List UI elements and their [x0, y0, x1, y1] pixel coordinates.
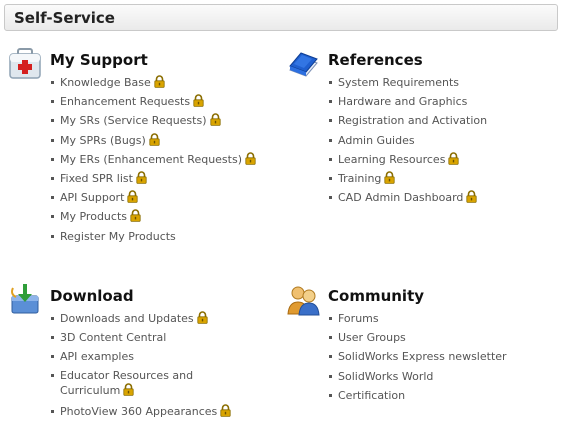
- list-item: Certification: [328, 386, 507, 405]
- list-item: 3D Content Central: [50, 328, 231, 347]
- list-item: Registration and Activation: [328, 111, 487, 130]
- link-solidworks-express-newsletter[interactable]: SolidWorks Express newsletter: [338, 350, 507, 363]
- link-system-requirements[interactable]: System Requirements: [338, 76, 459, 89]
- link-photoview-360-appearances[interactable]: PhotoView 360 Appearances: [60, 405, 217, 418]
- list-item: SolidWorks Express newsletter: [328, 347, 507, 366]
- lock-icon: [193, 94, 204, 107]
- section-title-references: References: [328, 51, 423, 69]
- list-item: System Requirements: [328, 73, 487, 92]
- blue-book-icon: [289, 52, 318, 77]
- download-box-icon: [11, 284, 39, 314]
- link-learning-resources[interactable]: Learning Resources: [338, 153, 445, 166]
- list-item: Learning Resources: [328, 150, 487, 169]
- list-item: My Products: [50, 207, 256, 226]
- link-enhancement-requests[interactable]: Enhancement Requests: [60, 95, 190, 108]
- list-item: Fixed SPR list: [50, 169, 256, 188]
- link-forums[interactable]: Forums: [338, 312, 379, 325]
- link-registration-and-activation[interactable]: Registration and Activation: [338, 114, 487, 127]
- link-certification[interactable]: Certification: [338, 389, 405, 402]
- lock-icon: [384, 171, 396, 184]
- link-knowledge-base[interactable]: Knowledge Base: [60, 76, 151, 89]
- lock-icon: [127, 190, 138, 203]
- list-item: Downloads and Updates: [50, 309, 231, 328]
- list-item: Admin Guides: [328, 131, 487, 150]
- list-item: Knowledge Base: [50, 73, 256, 92]
- link-register-my-products[interactable]: Register My Products: [60, 230, 176, 243]
- list-item: SolidWorks World: [328, 367, 507, 386]
- section-title-community: Community: [328, 287, 425, 305]
- list-item: Forums: [328, 309, 507, 328]
- lock-icon: [197, 311, 208, 324]
- self-service-header: Self-Service: [4, 4, 558, 31]
- list-item: Educator Resources and Curriculum: [50, 367, 210, 402]
- list-item: API Support: [50, 188, 256, 207]
- link-fixed-spr-list[interactable]: Fixed SPR list: [60, 172, 133, 185]
- page-title: Self-Service: [14, 9, 115, 27]
- link-admin-guides[interactable]: Admin Guides: [338, 134, 415, 147]
- community-links: Forums User Groups SolidWorks Express news…: [328, 309, 507, 405]
- lock-icon: [209, 113, 221, 127]
- section-title-my-support: My Support: [50, 51, 148, 69]
- list-item: My SPRs (Bugs): [50, 131, 256, 150]
- my-support-links: Knowledge Base Enhancement Requests My SRs…: [50, 73, 256, 246]
- references-links: System Requirements Hardware and Graphics…: [328, 73, 487, 207]
- link-user-groups[interactable]: User Groups: [338, 331, 406, 344]
- link-api-examples[interactable]: API examples: [60, 350, 134, 363]
- lock-icon: [154, 75, 165, 88]
- lock-icon: [220, 403, 231, 417]
- list-item: User Groups: [328, 328, 507, 347]
- list-item: Training: [328, 169, 487, 188]
- link-hardware-and-graphics[interactable]: Hardware and Graphics: [338, 95, 467, 108]
- list-item: CAD Admin Dashboard: [328, 188, 487, 207]
- link-cad-admin-dashboard[interactable]: CAD Admin Dashboard: [338, 191, 463, 204]
- lock-icon: [136, 171, 147, 184]
- list-item: Hardware and Graphics: [328, 92, 487, 111]
- lock-icon: [123, 382, 134, 396]
- list-item: Register My Products: [50, 227, 256, 246]
- download-links: Downloads and Updates 3D Content Central A…: [50, 309, 231, 421]
- list-item: API examples: [50, 347, 231, 366]
- list-item: My ERs (Enhancement Requests): [50, 150, 256, 169]
- first-aid-kit-icon: [9, 48, 41, 79]
- link-3d-content-central[interactable]: 3D Content Central: [60, 331, 166, 344]
- link-my-ers-enhancement-requests[interactable]: My ERs (Enhancement Requests): [60, 153, 242, 166]
- section-title-download: Download: [50, 287, 134, 305]
- lock-icon: [130, 209, 141, 223]
- lock-icon: [149, 132, 160, 146]
- link-my-sprs-bugs[interactable]: My SPRs (Bugs): [60, 134, 146, 147]
- list-item: My SRs (Service Requests): [50, 111, 256, 130]
- lock-icon: [448, 152, 460, 165]
- link-my-products[interactable]: My Products: [60, 210, 127, 223]
- people-icon: [287, 286, 320, 316]
- lock-icon: [466, 190, 478, 203]
- link-solidworks-world[interactable]: SolidWorks World: [338, 370, 433, 383]
- link-downloads-and-updates[interactable]: Downloads and Updates: [60, 312, 194, 325]
- link-my-srs-service-requests[interactable]: My SRs (Service Requests): [60, 114, 207, 127]
- list-item: Enhancement Requests: [50, 92, 256, 111]
- link-training[interactable]: Training: [338, 172, 381, 185]
- lock-icon: [245, 152, 256, 165]
- list-item: PhotoView 360 Appearances: [50, 402, 231, 421]
- link-api-support[interactable]: API Support: [60, 191, 124, 204]
